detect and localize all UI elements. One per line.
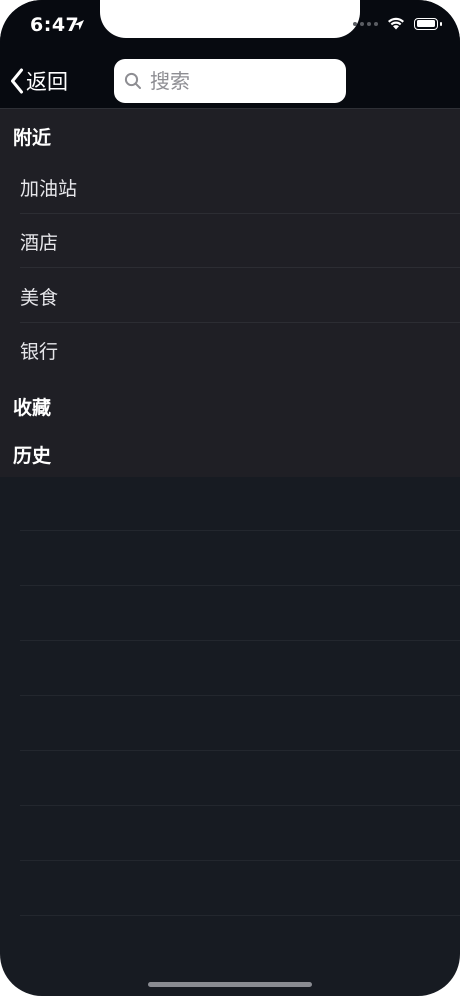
row-divider xyxy=(20,805,460,806)
list-item-label: 酒店 xyxy=(20,232,59,254)
search-icon xyxy=(124,72,141,89)
back-button-label: 返回 xyxy=(26,70,68,94)
status-indicators xyxy=(353,16,442,31)
back-button[interactable]: 返回 xyxy=(10,66,68,96)
chevron-left-icon xyxy=(11,68,23,94)
list-item-gas-station[interactable]: 加油站 xyxy=(0,160,460,214)
list-item-label: 加油站 xyxy=(20,178,78,200)
list-item-bank[interactable]: 银行 xyxy=(0,323,460,377)
divider xyxy=(20,267,460,268)
search-field[interactable] xyxy=(114,59,346,103)
home-indicator[interactable] xyxy=(148,982,312,987)
row-divider xyxy=(20,695,460,696)
battery-icon xyxy=(414,17,442,30)
location-arrow-icon xyxy=(74,20,84,30)
row-divider xyxy=(20,530,460,531)
search-suggestions-panel: 附近 加油站 酒店 美食 银行 收藏 历史 xyxy=(0,108,460,477)
row-divider xyxy=(20,640,460,641)
device-notch xyxy=(100,0,360,38)
list-item-food[interactable]: 美食 xyxy=(0,269,460,323)
list-item-hotel[interactable]: 酒店 xyxy=(0,214,460,268)
row-divider xyxy=(20,915,460,916)
row-divider xyxy=(20,750,460,751)
app-screen: 6:47 返回 附近 加油站 xyxy=(0,0,460,996)
row-divider xyxy=(20,585,460,586)
row-divider xyxy=(20,860,460,861)
wifi-icon xyxy=(388,17,404,30)
search-input[interactable] xyxy=(148,68,332,94)
list-item-label: 银行 xyxy=(20,341,59,363)
section-title-favorites[interactable]: 收藏 xyxy=(13,393,51,420)
section-title-history[interactable]: 历史 xyxy=(13,441,51,468)
list-item-label: 美食 xyxy=(20,287,59,309)
section-title-nearby: 附近 xyxy=(13,127,52,149)
cellular-signal-icon xyxy=(353,21,378,26)
